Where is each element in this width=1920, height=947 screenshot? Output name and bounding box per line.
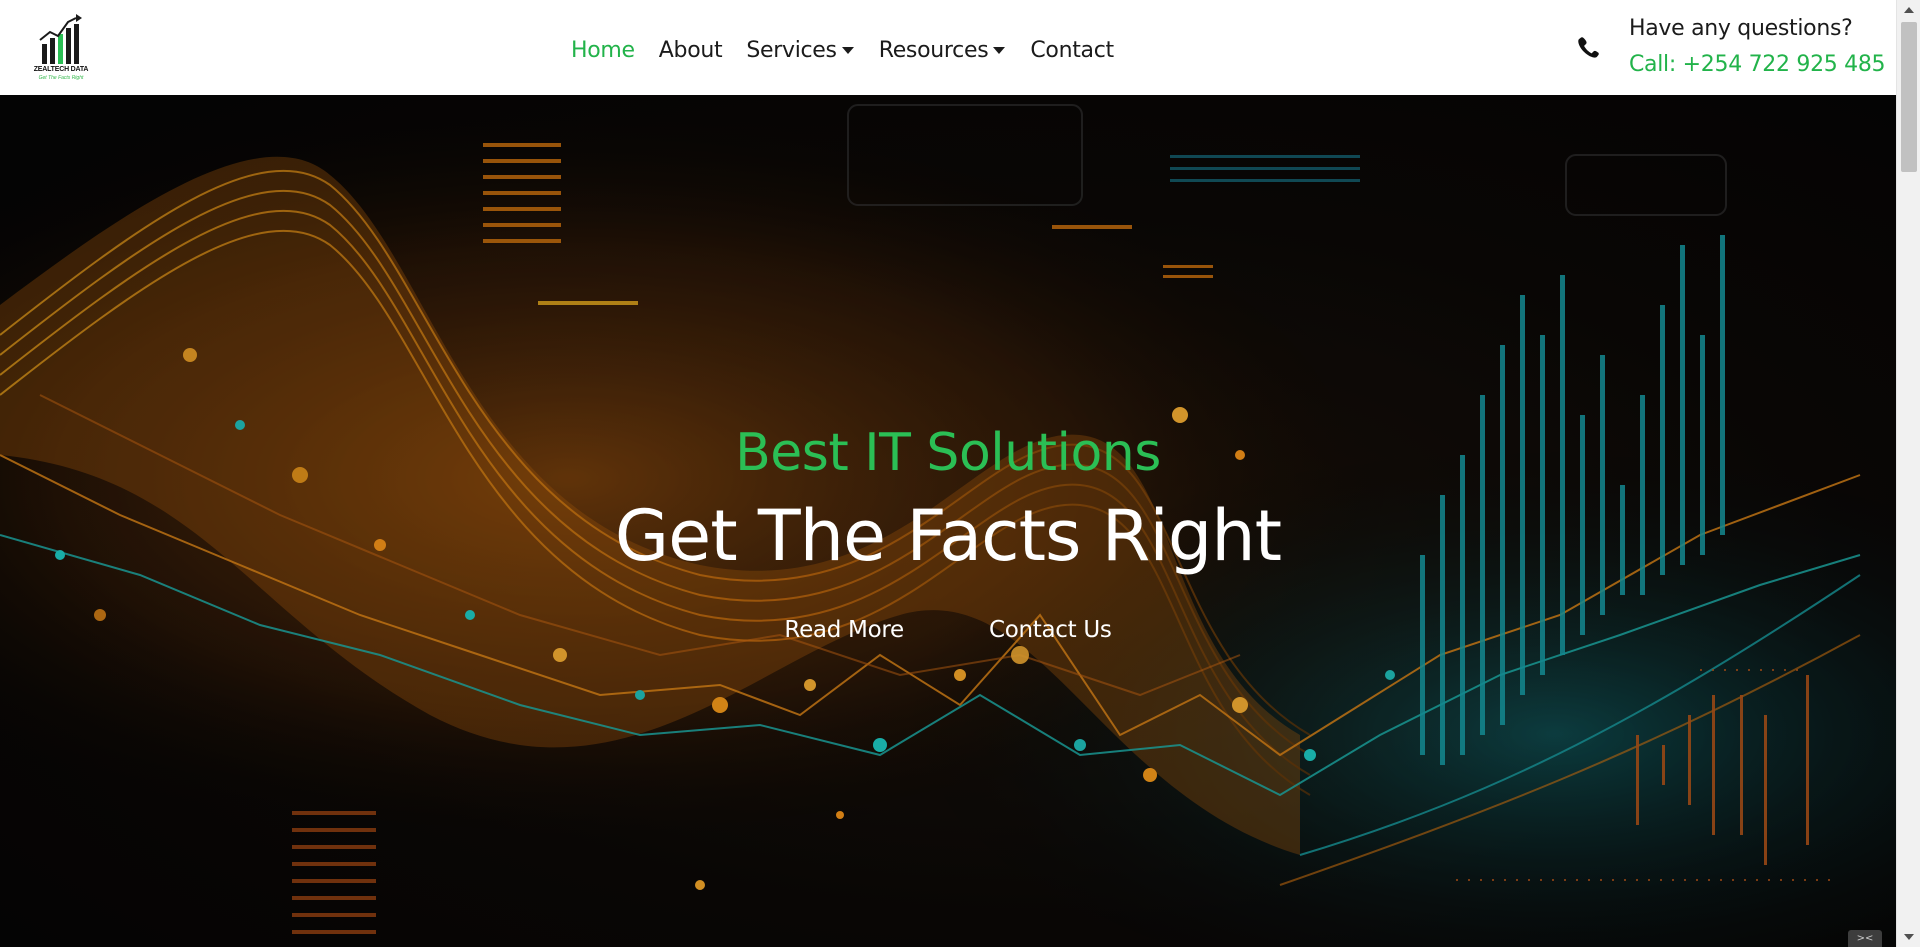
- phone-icon: [1578, 37, 1599, 58]
- nav-about-label: About: [658, 37, 723, 63]
- site-header: ZEALTECH DATA Get The Facts Right Home A…: [0, 0, 1896, 95]
- logo-tagline: Get The Facts Right: [38, 75, 84, 81]
- expand-toggle-icon[interactable]: ><: [1848, 930, 1882, 947]
- scroll-down-arrow-icon[interactable]: [1897, 927, 1920, 947]
- site-logo[interactable]: ZEALTECH DATA Get The Facts Right: [26, 10, 96, 84]
- caret-down-icon: [841, 47, 854, 54]
- nav-home[interactable]: Home: [571, 38, 635, 63]
- page-scrollbar[interactable]: [1896, 0, 1920, 947]
- nav-home-label: Home: [571, 37, 635, 63]
- scroll-up-arrow-icon[interactable]: [1897, 0, 1920, 20]
- nav-services[interactable]: Services: [746, 38, 854, 63]
- caret-down-icon: [993, 47, 1006, 54]
- hero-subtitle: Best IT Solutions: [735, 423, 1161, 483]
- hero-banner: Best IT Solutions Get The Facts Right Re…: [0, 95, 1896, 947]
- hero-title: Get The Facts Right: [614, 495, 1282, 577]
- nav-about[interactable]: About: [659, 38, 723, 63]
- nav-resources[interactable]: Resources: [879, 38, 1007, 63]
- nav-services-label: Services: [746, 37, 837, 63]
- bar-chart-logo-icon: [39, 14, 82, 64]
- logo-brand-name: ZEALTECH DATA: [33, 66, 89, 73]
- contact-us-button[interactable]: Contact Us: [989, 617, 1112, 643]
- nav-contact-label: Contact: [1030, 37, 1114, 63]
- contact-phone-link[interactable]: Call: +254 722 925 485: [1629, 52, 1886, 77]
- scrollbar-thumb[interactable]: [1901, 22, 1917, 172]
- nav-contact[interactable]: Contact: [1030, 38, 1114, 63]
- main-nav: Home About Services Resources Contact: [571, 36, 1138, 64]
- nav-resources-label: Resources: [878, 37, 989, 63]
- contact-question: Have any questions?: [1629, 16, 1853, 41]
- hero-actions: Read More Contact Us: [0, 617, 1896, 643]
- read-more-button[interactable]: Read More: [784, 617, 904, 643]
